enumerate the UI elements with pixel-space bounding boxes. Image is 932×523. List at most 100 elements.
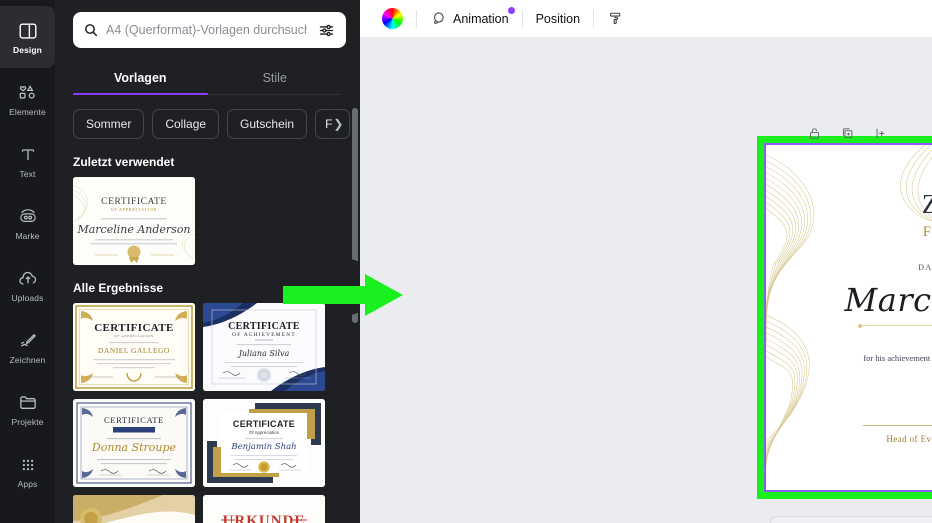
selection-highlight: ZERTIFIKAT FÜR DIE TEILNAHME DAS ZERTIFI… <box>757 136 932 499</box>
chip-label: Gutschein <box>240 117 295 131</box>
canvas-area: ZERTIFIKAT FÜR DIE TEILNAHME DAS ZERTIFI… <box>360 37 932 523</box>
search-icon <box>83 22 99 38</box>
chevron-right-icon: ❯ <box>333 117 344 131</box>
recent-heading: Zuletzt verwendet <box>73 155 175 169</box>
template-thumbnail-recent[interactable]: CERTIFICATE OF APPRECIATION Marceline An… <box>73 177 195 265</box>
sidebar-item-label: Uploads <box>11 292 44 303</box>
elements-icon <box>17 82 39 104</box>
chip-collage[interactable]: Collage <box>152 109 220 139</box>
green-arrow-right-icon <box>283 274 403 316</box>
chip-gutschein[interactable]: Gutschein <box>227 109 308 139</box>
svg-text:CERTIFICATE: CERTIFICATE <box>94 322 174 334</box>
sidebar-item-uploads[interactable]: Uploads <box>0 254 55 316</box>
templates-panel: Vorlagen Stile Sommer Collage Gutschein … <box>55 0 360 523</box>
template-thumbnail[interactable]: CERTIFICATE OF APPRECIATION DANIEL GALLE… <box>73 303 195 391</box>
template-thumbnail[interactable]: CERTIFICATE Of Appreciation Benjamin Sha… <box>203 399 325 487</box>
tab-stile[interactable]: Stile <box>208 62 343 94</box>
svg-text:CERTIFICATE: CERTIFICATE <box>233 419 295 429</box>
design-icon <box>17 20 39 42</box>
animation-label: Animation <box>453 11 509 26</box>
svg-text:OF APPRECIATION: OF APPRECIATION <box>111 207 157 212</box>
position-label: Position <box>535 11 581 26</box>
apps-icon <box>17 454 39 476</box>
sidebar-item-elemente[interactable]: Elemente <box>0 68 55 130</box>
projects-icon <box>17 392 39 414</box>
svg-text:Juliana Silva: Juliana Silva <box>237 349 290 358</box>
duplicate-icon[interactable] <box>840 126 855 141</box>
selected-page-frame[interactable]: ZERTIFIKAT FÜR DIE TEILNAHME DAS ZERTIFI… <box>764 143 932 492</box>
sidebar-item-label: Zeichnen <box>9 354 46 365</box>
sidebar-item-label: Marke <box>15 230 40 241</box>
svg-text:DANIEL GALLEGO: DANIEL GALLEGO <box>98 346 170 355</box>
style-copy-button[interactable] <box>597 5 634 33</box>
search-input[interactable] <box>106 23 307 37</box>
template-results-grid: CERTIFICATE OF APPRECIATION DANIEL GALLE… <box>55 303 360 523</box>
certificate-body: This certificate is given to Marceline A… <box>863 337 932 365</box>
sidebar-item-marke[interactable]: Marke <box>0 192 55 254</box>
animation-icon <box>430 10 447 27</box>
toolbar-divider <box>416 9 417 28</box>
color-picker-button[interactable] <box>372 5 413 33</box>
add-page-button[interactable]: + Seite hinzufügen <box>770 516 932 523</box>
signature-row: Head of Event <box>766 378 932 444</box>
position-button[interactable]: Position <box>526 5 590 33</box>
sidebar-item-projekte[interactable]: Projekte <box>0 378 55 440</box>
uploads-icon <box>17 268 39 290</box>
lock-icon[interactable] <box>807 126 822 141</box>
template-thumbnail[interactable]: CERTIFICATE OF APPRECIATION <box>73 495 195 523</box>
sidebar-item-zeichnen[interactable]: Zeichnen <box>0 316 55 378</box>
svg-text:CERTIFICATE: CERTIFICATE <box>228 321 300 332</box>
certificate-body-line2: for his achievement in the field of educ… <box>863 353 932 364</box>
certificate-page[interactable]: ZERTIFIKAT FÜR DIE TEILNAHME DAS ZERTIFI… <box>766 145 932 490</box>
search-area <box>55 0 360 56</box>
tab-label: Stile <box>262 71 287 85</box>
toolbar-divider <box>521 9 523 28</box>
text-icon <box>17 144 39 166</box>
certificate-subtitle: FÜR DIE TEILNAHME <box>923 224 932 241</box>
sidebar-item-text[interactable]: Text <box>0 130 55 192</box>
chip-label: Collage <box>165 117 207 131</box>
sidebar-item-label: Text <box>19 168 36 179</box>
sidebar-item-label: Projekte <box>11 416 44 427</box>
annotation-arrow <box>283 272 405 318</box>
signature-line <box>862 425 932 426</box>
tab-label: Vorlagen <box>113 71 167 85</box>
certificate-given-label: DAS ZERTIFIKAT WIRD VERLIEHEN AN <box>918 263 932 272</box>
editor-main: Animation Position DA Marc for his achie… <box>360 0 932 523</box>
draw-icon <box>17 330 39 352</box>
svg-text:OF APPRECIATION: OF APPRECIATION <box>114 334 154 338</box>
signature-left[interactable]: Head of Event <box>862 425 932 444</box>
sidebar-item-design[interactable]: Design <box>0 6 55 68</box>
sidebar-item-label: Apps <box>17 478 38 489</box>
animation-button[interactable]: Animation <box>420 5 519 33</box>
chip-sommer[interactable]: Sommer <box>73 109 145 139</box>
color-wheel-icon <box>382 8 403 29</box>
certificate-title: ZERTIFIKAT <box>922 189 932 220</box>
template-thumbnail[interactable]: CERTIFICATE Donna Stroupe <box>73 399 195 487</box>
svg-text:CERTIFICATE: CERTIFICATE <box>104 415 164 425</box>
svg-text:Marceline Anderson: Marceline Anderson <box>76 223 190 236</box>
animation-badge-dot <box>507 6 515 14</box>
svg-text:Of Appreciation: Of Appreciation <box>249 430 280 435</box>
sidebar-item-label: Elemente <box>9 106 46 117</box>
svg-text:Donna Stroupe: Donna Stroupe <box>91 441 177 454</box>
tab-vorlagen[interactable]: Vorlagen <box>73 62 208 94</box>
sidebar-item-apps[interactable]: Apps <box>0 440 55 502</box>
filter-sliders-icon[interactable] <box>314 18 338 42</box>
brand-icon <box>17 206 39 228</box>
page-action-icons <box>807 126 888 141</box>
chip-truncated[interactable]: F ❯ <box>315 109 351 139</box>
panel-tabs: Vorlagen Stile <box>73 62 342 95</box>
category-chips: Sommer Collage Gutschein F ❯ <box>55 95 360 139</box>
chip-label: F <box>325 117 333 131</box>
certificate-body-line1: This certificate is given to Marceline A… <box>863 337 932 351</box>
certificate-recipient[interactable]: Marceline Anderson <box>845 281 932 319</box>
template-thumbnail[interactable]: URKUNDE <box>203 495 325 523</box>
toolbar-divider <box>593 9 595 28</box>
top-toolbar: Animation Position <box>360 0 932 37</box>
svg-text:URKUNDE: URKUNDE <box>223 513 306 523</box>
search-box[interactable] <box>73 12 346 48</box>
paint-roller-icon <box>607 10 624 27</box>
add-page-icon[interactable] <box>873 126 888 141</box>
sidebar-item-label: Design <box>13 44 42 55</box>
